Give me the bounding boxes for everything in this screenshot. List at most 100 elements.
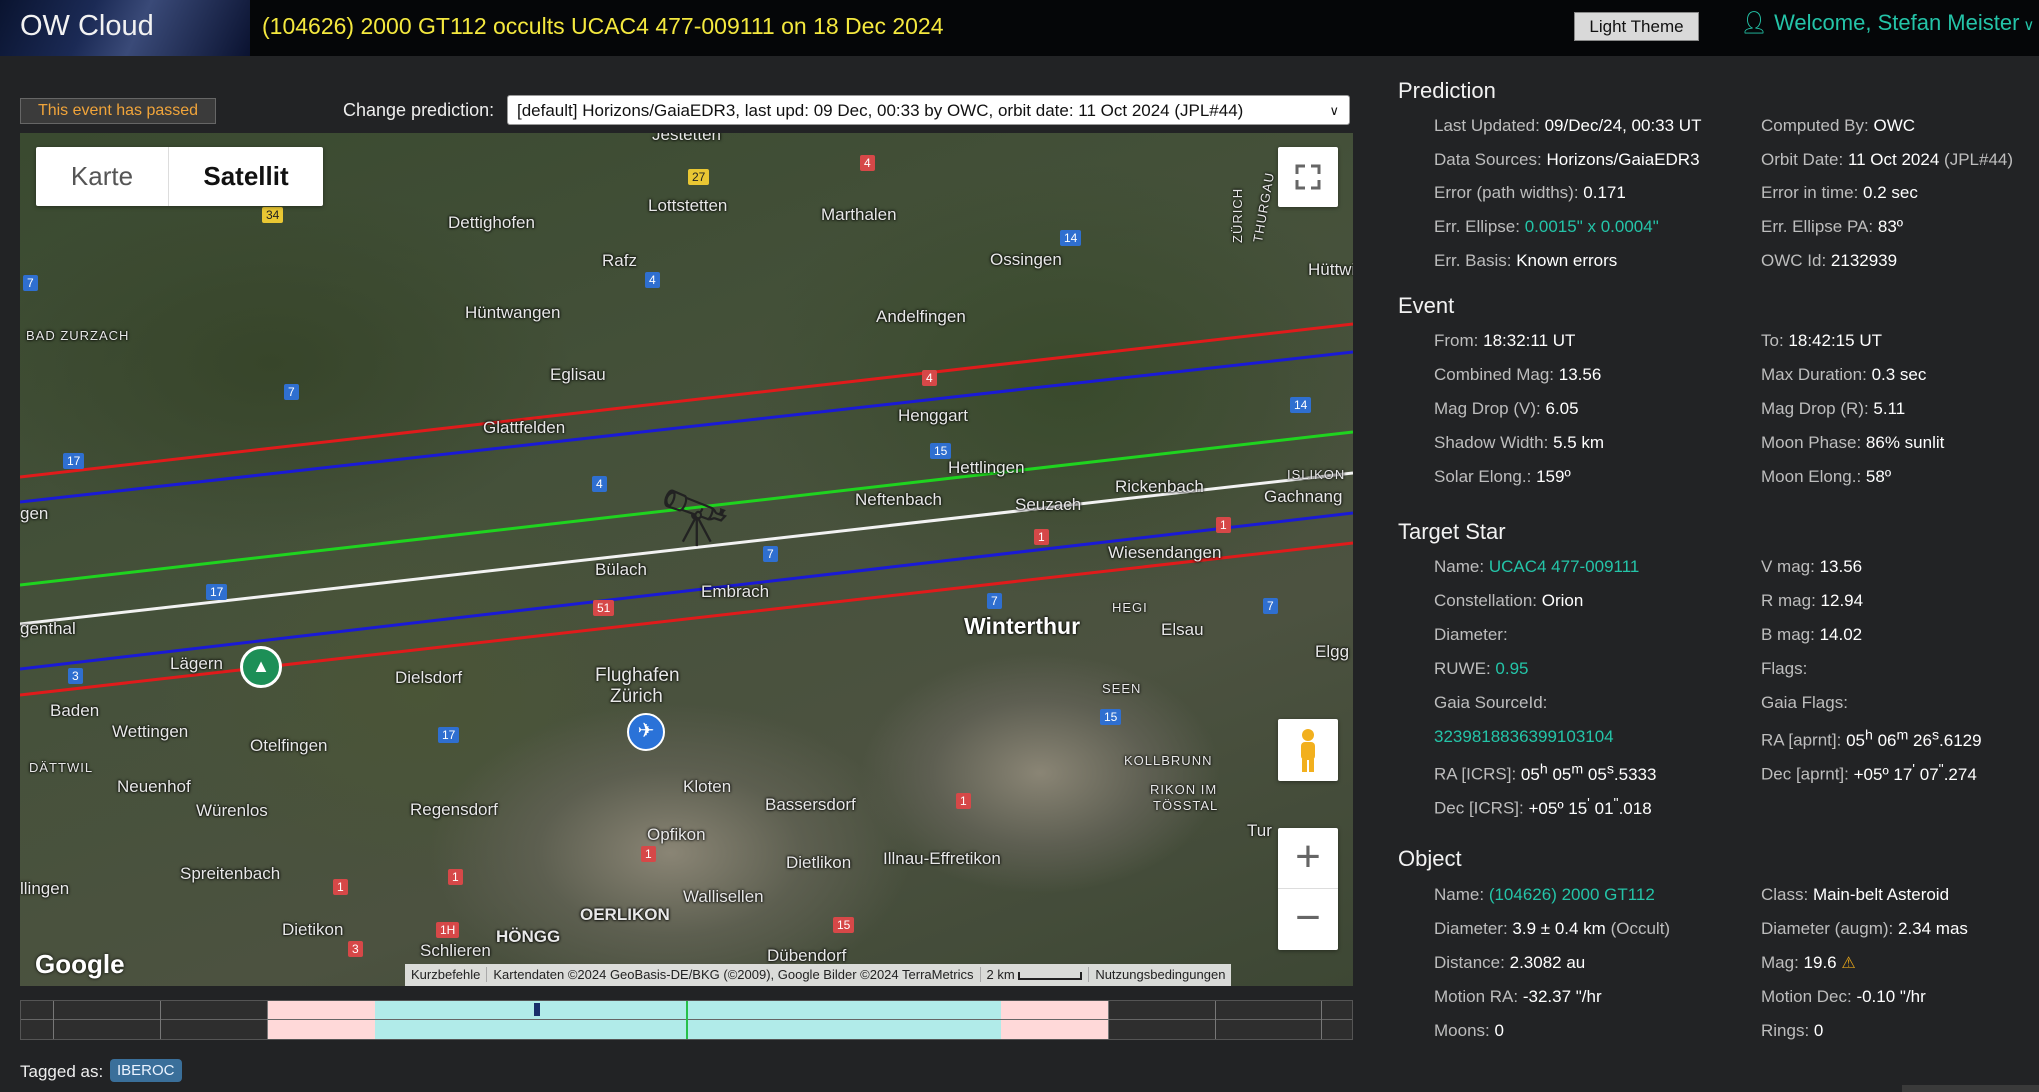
place-label: Seuzach [1015, 495, 1082, 514]
star-name-link[interactable]: UCAC4 477-009111 [1489, 557, 1640, 576]
star-rmag: R mag: 12.94 [1761, 591, 1864, 610]
logo-text: OW Cloud [20, 10, 154, 42]
place-label: SEEN [1102, 681, 1142, 696]
place-label: Spreitenbach [180, 864, 281, 883]
place-label: Hettlingen [948, 458, 1025, 477]
road-shield: 15 [1100, 709, 1122, 725]
object-diameter-augm: Diameter (augm): 2.34 mas [1761, 919, 1968, 938]
timeline-current-marker[interactable] [534, 1003, 540, 1016]
timeline-tick [53, 1001, 54, 1039]
timeline-tick [160, 1001, 161, 1039]
place-label: Hüttwi [1308, 260, 1353, 279]
place-label: Dietlikon [786, 853, 852, 872]
road-shield: 4 [860, 155, 875, 171]
road-shield: 17 [63, 453, 85, 469]
map-type-satellit-button[interactable]: Satellit [169, 147, 323, 206]
keyboard-shortcuts-link[interactable]: Kurzbefehle [405, 967, 488, 982]
event-moon-elong: Moon Elong.: 58º [1761, 467, 1892, 486]
gaia-source-link[interactable]: 3239818836399103104 [1434, 727, 1614, 746]
ow-cloud-logo[interactable]: OW Cloud [0, 0, 250, 56]
prediction-last-updated: Last Updated: 09/Dec/24, 00:33 UT [1434, 116, 1702, 135]
place-label: Ossingen [990, 250, 1062, 269]
map-type-karte-button[interactable]: Karte [36, 147, 169, 206]
road-shield: 1 [333, 879, 348, 895]
event-to: To: 18:42:15 UT [1761, 331, 1882, 350]
place-label: Dietikon [282, 920, 344, 939]
event-moon-phase: Moon Phase: 86% sunlit [1761, 433, 1945, 452]
place-label: llingen [20, 879, 70, 898]
prediction-error-time: Error in time: 0.2 sec [1761, 183, 1918, 202]
timeline-bar[interactable] [20, 1000, 1353, 1040]
road-shield: 1 [641, 846, 656, 862]
event-max-duration: Max Duration: 0.3 sec [1761, 365, 1927, 384]
top-bar: OW Cloud (104626) 2000 GT112 occults UCA… [0, 0, 2039, 56]
road-shield: 4 [645, 272, 660, 288]
chevron-down-icon: ∨ [1329, 103, 1339, 118]
star-flags: Flags: [1761, 659, 1808, 678]
prediction-orbit-date: Orbit Date: 11 Oct 2024 (JPL#44) [1761, 150, 2014, 169]
place-label: genthal [20, 619, 76, 638]
scale-label: 2 km [986, 967, 1015, 982]
station-marker-icon[interactable]: ▲ [240, 646, 282, 688]
event-passed-badge: This event has passed [20, 98, 216, 124]
star-ruwe: RUWE: 0.95 [1434, 659, 1529, 678]
street-view-button[interactable] [1278, 719, 1338, 781]
target-star-heading: Target Star [1398, 519, 1506, 544]
tag-badge[interactable]: IBEROC [110, 1059, 182, 1082]
place-label-winterthur: Winterthur [964, 613, 1081, 639]
road-shield: 17 [438, 727, 460, 743]
object-name-link[interactable]: (104626) 2000 GT112 [1489, 885, 1655, 904]
object-moons: Moons: 0 [1434, 1021, 1504, 1040]
place-label: Elgg [1315, 642, 1350, 661]
place-label: Henggart [898, 406, 968, 425]
jpl-link[interactable]: JPL#44 [1950, 150, 2008, 169]
place-label: Wiesendangen [1108, 543, 1222, 562]
road-shield: 15 [930, 443, 952, 459]
road-shield: 14 [1060, 230, 1082, 246]
object-class: Class: Main-belt Asteroid [1761, 885, 1950, 904]
star-bmag: B mag: 14.02 [1761, 625, 1863, 644]
star-constellation: Constellation: Orion [1434, 591, 1584, 610]
star-gaia-flags: Gaia Flags: [1761, 693, 1848, 712]
object-motion-ra: Motion RA: -32.37 "/hr [1434, 987, 1602, 1006]
object-diameter: Diameter: 3.9 ± 0.4 km (Occult) [1434, 919, 1671, 938]
zoom-out-button[interactable]: − [1278, 889, 1338, 949]
occultation-map[interactable]: Jestetten Lottstetten Marthalen Dettigho… [20, 133, 1353, 986]
road-shield: 14 [1290, 397, 1312, 413]
fullscreen-button[interactable] [1278, 147, 1338, 207]
road-shield: 4 [922, 370, 937, 386]
footer-strip [1902, 1085, 2039, 1092]
map-scale[interactable]: 2 km [980, 967, 1090, 982]
place-label: Gachnang [1264, 487, 1343, 506]
telescope-icon[interactable]: 🔭︎ [660, 485, 731, 551]
place-label: Schlieren [420, 941, 491, 960]
object-name: Name: (104626) 2000 GT112 [1434, 885, 1655, 904]
object-heading: Object [1398, 846, 1462, 871]
airport-icon[interactable]: ✈ [627, 713, 665, 751]
prediction-error-path: Error (path widths): 0.171 [1434, 183, 1626, 202]
place-label: KOLLBRUNN [1124, 753, 1213, 768]
road-shield: 7 [1263, 598, 1278, 614]
place-label: Lägern [170, 654, 223, 673]
event-solar-elong: Solar Elong.: 159º [1434, 467, 1571, 486]
timeline-cyan-zone [375, 1001, 1001, 1039]
terms-link[interactable]: Nutzungsbedingungen [1089, 967, 1231, 982]
google-logo[interactable]: Google [35, 949, 125, 980]
zoom-in-button[interactable]: + [1278, 828, 1338, 889]
err-ellipse-link[interactable]: 0.0015" x 0.0004" [1525, 217, 1659, 236]
place-label: BAD ZURZACH [26, 328, 130, 343]
prediction-err-ellipse: Err. Ellipse: 0.0015" x 0.0004" [1434, 217, 1659, 236]
place-label: Würenlos [196, 801, 268, 820]
warning-icon[interactable]: ⚠ [1841, 955, 1855, 972]
prediction-err-ellipse-pa: Err. Ellipse PA: 83º [1761, 217, 1903, 236]
place-label: Marthalen [821, 205, 897, 224]
user-menu[interactable]: 👤︎ Welcome, Stefan Meister ∨ [1740, 10, 2034, 36]
light-theme-button[interactable]: Light Theme [1574, 12, 1699, 41]
place-label: Lottstetten [648, 196, 728, 215]
place-label: gen [20, 504, 49, 523]
scale-bar [1018, 971, 1083, 980]
prediction-select[interactable]: [default] Horizons/GaiaEDR3, last upd: 0… [507, 95, 1350, 125]
timeline-tick [1215, 1001, 1216, 1039]
place-label: Hüntwangen [465, 303, 561, 322]
ruwe-link[interactable]: 0.95 [1495, 659, 1528, 678]
